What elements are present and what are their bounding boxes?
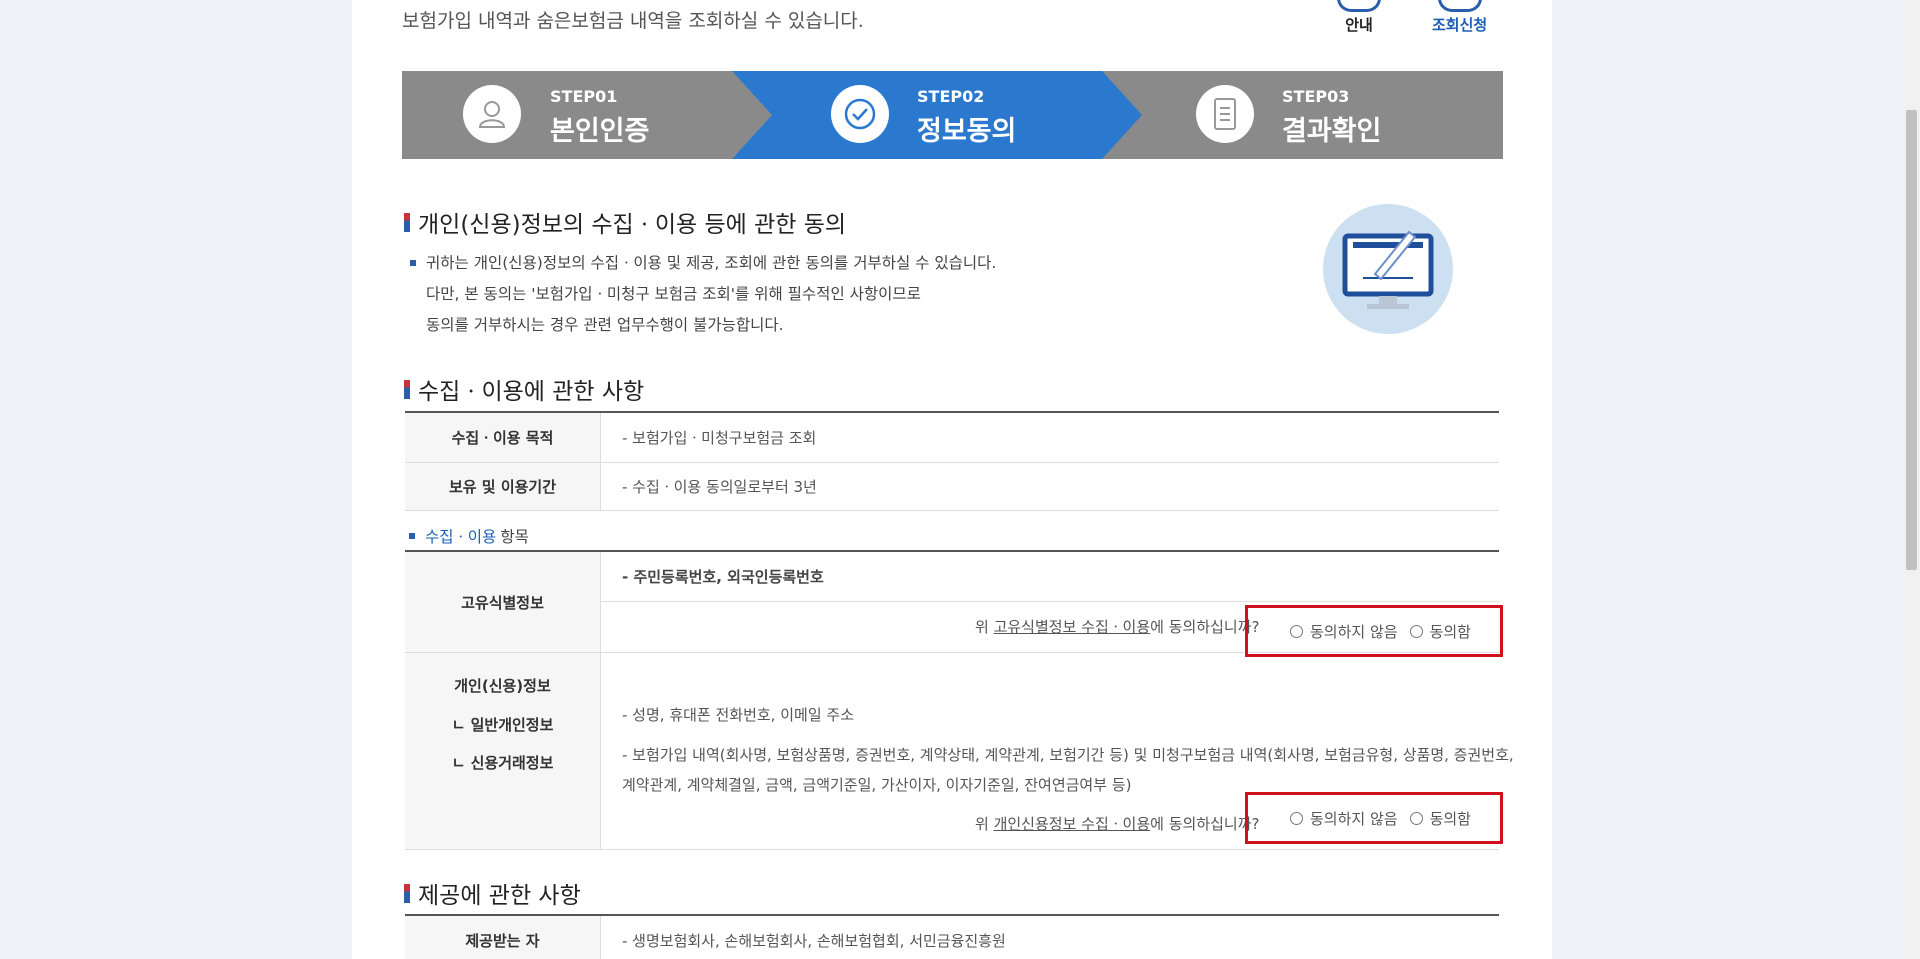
person-icon [463, 85, 521, 143]
subheading-highlight: 수집ㆍ이용 [425, 528, 497, 546]
row-value: - 생명보험회사, 손해보험회사, 손해보험협회, 서민금융진흥원 [622, 932, 1006, 950]
personal-info-value-2a: - 보험가입 내역(회사명, 보험상품명, 증권번호, 계약상태, 계약관계, … [622, 746, 1514, 764]
info-icon [1337, 0, 1381, 12]
subheading-rest: 항목 [500, 528, 529, 546]
personal-info-label: 개인(신용)정보 ㄴ 일반개인정보 ㄴ 신용거래정보 [405, 653, 601, 849]
section1-heading: 개인(신용)정보의 수집ㆍ이용 등에 관한 동의 [404, 205, 846, 239]
check-circle-icon [831, 85, 889, 143]
radio-icon[interactable] [1409, 624, 1423, 638]
table-row: 수집ㆍ이용 목적 - 보험가입ㆍ미청구보험금 조회 [405, 413, 1499, 463]
consent-description: 귀하는 개인(신용)정보의 수집ㆍ이용 및 제공, 조회에 관한 동의를 거부하… [410, 248, 996, 341]
desc-line-3: 동의를 거부하시는 경우 관련 업무수행이 불가능합니다. [426, 316, 784, 334]
question-suffix: 에 동의하십니까? [1150, 618, 1260, 636]
personal-info-agree-option[interactable]: 동의함 [1409, 808, 1471, 829]
radio-icon[interactable] [1290, 811, 1303, 825]
personal-info-label-3: ㄴ 신용거래정보 [451, 754, 554, 772]
intro-text: 보험가입 내역과 숨은보험금 내역을 조회하실 수 있습니다. [402, 10, 864, 32]
apply-link[interactable]: 조회신청 [1432, 0, 1487, 35]
table-row: 제공받는 자 - 생명보험회사, 손해보험회사, 손해보험협회, 서민금융진흥원 [405, 916, 1499, 959]
disagree-label: 동의하지 않음 [1310, 622, 1398, 641]
section2-title: 수집ㆍ이용에 관한 사항 [418, 379, 645, 405]
agree-label: 동의함 [1429, 809, 1471, 828]
step-1-name: 본인인증 [550, 116, 650, 147]
unique-id-disagree-option[interactable]: 동의하지 않음 [1290, 621, 1398, 642]
row-value: - 보험가입ㆍ미청구보험금 조회 [622, 429, 817, 447]
row-label: 보유 및 이용기간 [405, 463, 601, 510]
step-progress-bar: STEP01 본인인증 STEP02 정보동의 STEP03 결과확인 [402, 71, 1503, 159]
info-link[interactable]: 안내 [1337, 0, 1381, 35]
radio-icon[interactable] [1290, 624, 1303, 638]
unique-id-label: 고유식별정보 [405, 552, 601, 652]
heading-marker-icon [404, 883, 410, 903]
desc-line-2: 다만, 본 동의는 '보험가입ㆍ미청구 보험금 조회'를 위해 필수적인 사항이… [426, 285, 921, 303]
step-2: STEP02 정보동의 [732, 71, 1142, 159]
bullet-icon [409, 533, 415, 539]
personal-info-value-2b: 계약관계, 계약체결일, 금액, 금액기준일, 가산이자, 이자기준일, 잔여연… [622, 776, 1132, 794]
section1-title: 개인(신용)정보의 수집ㆍ이용 등에 관한 동의 [418, 212, 847, 238]
radio-icon[interactable] [1409, 811, 1423, 825]
disagree-label: 동의하지 않음 [1310, 809, 1398, 828]
heading-marker-icon [404, 212, 410, 232]
step-1: STEP01 본인인증 [402, 71, 732, 159]
personal-info-value-1: - 성명, 휴대폰 전화번호, 이메일 주소 [622, 706, 854, 724]
step-3-name: 결과확인 [1282, 116, 1382, 147]
question-suffix: 에 동의하십니까? [1150, 815, 1260, 833]
apply-link-label: 조회신청 [1432, 16, 1488, 34]
unique-id-agree-option[interactable]: 동의함 [1409, 621, 1471, 642]
row-label: 제공받는 자 [405, 916, 601, 959]
personal-info-disagree-option[interactable]: 동의하지 않음 [1290, 808, 1398, 829]
unique-id-link[interactable]: 고유식별정보 수집ㆍ이용 [994, 618, 1151, 636]
document-icon [1196, 85, 1254, 143]
step-3-number: STEP03 [1282, 87, 1350, 106]
unique-id-consent-radio-group: 동의하지 않음 동의함 [1245, 605, 1503, 657]
unique-id-value: - 주민등록번호, 외국인등록번호 [601, 552, 1499, 602]
question-prefix: 위 [975, 618, 994, 636]
table-row: 보유 및 이용기간 - 수집ㆍ이용 동의일로부터 3년 [405, 463, 1499, 511]
section2-heading: 수집ㆍ이용에 관한 사항 [404, 372, 644, 406]
row-label: 수집ㆍ이용 목적 [405, 413, 601, 462]
step-1-number: STEP01 [550, 87, 618, 106]
step-3: STEP03 결과확인 [1142, 71, 1503, 159]
section3-title: 제공에 관한 사항 [418, 883, 581, 909]
unique-id-question: 위 고유식별정보 수집ㆍ이용에 동의하십니까? [975, 616, 1260, 637]
collection-items-subheading: 수집ㆍ이용 항목 [409, 525, 529, 547]
personal-info-consent-radio-group: 동의하지 않음 동의함 [1245, 792, 1503, 844]
section3-heading: 제공에 관한 사항 [404, 876, 581, 910]
row-value: - 수집ㆍ이용 동의일로부터 3년 [622, 478, 817, 496]
question-prefix: 위 [975, 815, 994, 833]
step-2-number: STEP02 [917, 87, 985, 106]
content-page: 보험가입 내역과 숨은보험금 내역을 조회하실 수 있습니다. 안내 조회신청 … [352, 0, 1552, 959]
agree-label: 동의함 [1429, 622, 1471, 641]
personal-info-link[interactable]: 개인신용정보 수집ㆍ이용 [994, 815, 1151, 833]
monitor-illustration-icon [1323, 204, 1453, 334]
provision-table: 제공받는 자 - 생명보험회사, 손해보험회사, 손해보험협회, 서민금융진흥원 [405, 914, 1499, 959]
bullet-icon [410, 260, 416, 266]
apply-icon [1437, 0, 1482, 12]
personal-info-question: 위 개인신용정보 수집ㆍ이용에 동의하십니까? [975, 813, 1260, 834]
personal-info-label-2: ㄴ 일반개인정보 [451, 715, 554, 734]
desc-line-1: 귀하는 개인(신용)정보의 수집ㆍ이용 및 제공, 조회에 관한 동의를 거부하… [426, 254, 997, 272]
scrollbar-thumb[interactable] [1906, 110, 1917, 570]
purpose-table: 수집ㆍ이용 목적 - 보험가입ㆍ미청구보험금 조회 보유 및 이용기간 - 수집… [405, 411, 1499, 511]
personal-info-label-1: 개인(신용)정보 [454, 677, 551, 695]
page-scrollbar[interactable] [1903, 0, 1920, 959]
heading-marker-icon [404, 379, 410, 399]
step-2-name: 정보동의 [917, 116, 1017, 147]
info-link-label: 안내 [1345, 16, 1373, 34]
